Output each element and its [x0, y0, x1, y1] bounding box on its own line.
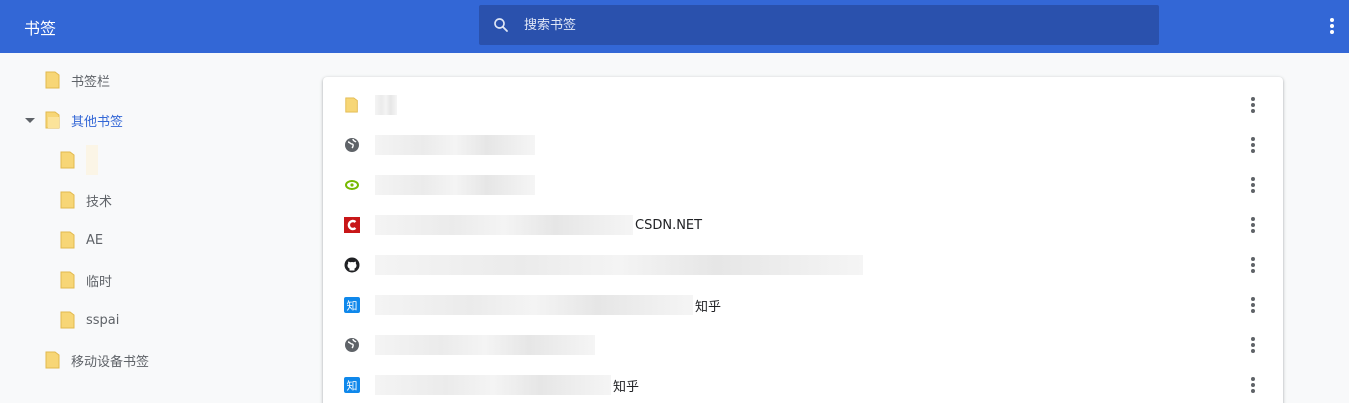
- search-box[interactable]: [479, 5, 1159, 45]
- bookmark-title: [375, 335, 597, 355]
- sidebar-item-ae[interactable]: AE: [60, 220, 103, 260]
- folder-icon: [60, 151, 75, 169]
- folder-icon: [45, 351, 60, 369]
- sidebar-item-mobile-bookmarks[interactable]: 移动设备书签: [45, 340, 149, 380]
- zhihu-icon: 知: [344, 377, 360, 393]
- more-vert-icon[interactable]: [1245, 95, 1261, 115]
- zhihu-icon: 知: [344, 297, 360, 313]
- csdn-icon: [344, 217, 360, 233]
- list-item[interactable]: [323, 125, 1283, 165]
- more-vert-icon[interactable]: [1245, 295, 1261, 315]
- sidebar-item-label: 临时: [86, 274, 113, 290]
- bookmark-title: 知乎: [375, 295, 722, 315]
- redacted-text: [375, 135, 535, 155]
- sidebar-item-label: 技术: [86, 194, 113, 210]
- more-vert-icon[interactable]: [1245, 335, 1261, 355]
- bookmark-title: [375, 175, 537, 195]
- bookmark-suffix: CSDN.NET: [635, 217, 703, 233]
- more-vert-icon[interactable]: [1322, 14, 1342, 38]
- sidebar-item-label: sspai: [86, 312, 120, 328]
- list-item[interactable]: [323, 325, 1283, 365]
- more-vert-icon[interactable]: [1245, 255, 1261, 275]
- globe-icon: [345, 138, 359, 152]
- sidebar-item-label: 其他书签: [71, 114, 124, 130]
- more-vert-icon[interactable]: [1245, 175, 1261, 195]
- sidebar-item-folder[interactable]: [60, 140, 98, 180]
- page-title: 书签: [24, 19, 57, 38]
- redacted-text: [375, 215, 633, 235]
- folder-icon: [45, 71, 60, 89]
- bookmark-title: 知乎: [375, 375, 640, 395]
- globe-icon: [345, 338, 359, 352]
- folder-icon: [345, 97, 358, 113]
- bookmark-title: [375, 135, 537, 155]
- list-item[interactable]: 知 知乎: [323, 365, 1283, 403]
- more-vert-icon[interactable]: [1245, 215, 1261, 235]
- more-vert-icon[interactable]: [1245, 375, 1261, 395]
- bookmark-suffix: 知乎: [695, 299, 722, 315]
- app-header: 书签: [0, 0, 1349, 53]
- redacted-text: [375, 375, 611, 395]
- sidebar-item-other-bookmarks[interactable]: 其他书签: [45, 100, 123, 140]
- sidebar-item-tech[interactable]: 技术: [60, 180, 112, 220]
- svg-text:知: 知: [347, 299, 358, 313]
- redacted-text: [375, 175, 535, 195]
- bookmark-title: CSDN.NET: [375, 215, 703, 235]
- bookmark-list: CSDN.NET 知 知乎 知 知乎: [323, 77, 1283, 403]
- redacted-text: [375, 255, 863, 275]
- nvidia-icon: [345, 180, 359, 190]
- list-item[interactable]: [323, 85, 1283, 125]
- sidebar-item-label: AE: [86, 232, 104, 248]
- list-item[interactable]: 知 知乎: [323, 285, 1283, 325]
- more-vert-icon[interactable]: [1245, 135, 1261, 155]
- folder-icon: [60, 231, 75, 249]
- bookmark-suffix: 知乎: [613, 379, 640, 395]
- github-icon: [344, 257, 360, 273]
- list-item[interactable]: [323, 245, 1283, 285]
- folder-icon: [60, 191, 75, 209]
- sidebar-item-bookmarks-bar[interactable]: 书签栏: [45, 60, 110, 100]
- folder-icon: [60, 271, 75, 289]
- folder-open-icon: [45, 111, 60, 129]
- list-item[interactable]: CSDN.NET: [323, 205, 1283, 245]
- sidebar-item-label: 书签栏: [71, 74, 111, 90]
- redacted-text: [375, 95, 397, 115]
- sidebar-item-label: 移动设备书签: [71, 354, 150, 370]
- sidebar-item-sspai[interactable]: sspai: [60, 300, 119, 340]
- list-item[interactable]: [323, 165, 1283, 205]
- sidebar-item-temp[interactable]: 临时: [60, 260, 112, 300]
- redacted-label: [86, 145, 98, 175]
- search-input[interactable]: [524, 5, 1144, 45]
- bookmark-title: [375, 95, 399, 115]
- redacted-text: [375, 335, 595, 355]
- redacted-text: [375, 295, 693, 315]
- folder-icon: [60, 311, 75, 329]
- svg-text:知: 知: [347, 379, 358, 393]
- search-icon: [494, 18, 508, 32]
- bookmark-title: [375, 255, 865, 275]
- expand-caret-icon[interactable]: [25, 118, 35, 123]
